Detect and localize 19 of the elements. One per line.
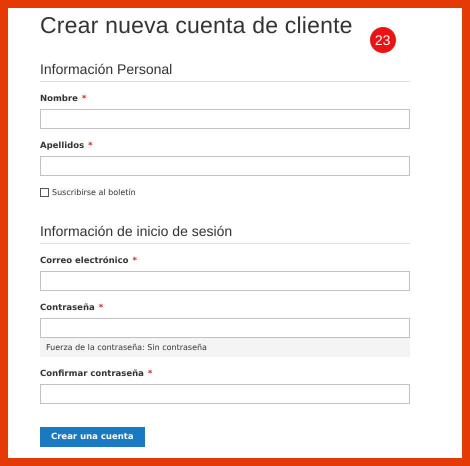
page-title: Crear nueva cuenta de cliente bbox=[40, 12, 353, 39]
input-field[interactable] bbox=[40, 318, 410, 338]
field-label: Nombre * bbox=[40, 94, 88, 104]
checkbox-label: Suscribirse al boletín bbox=[52, 188, 136, 197]
input-field[interactable] bbox=[40, 156, 410, 176]
input-field[interactable] bbox=[40, 384, 410, 404]
field-label: Correo electrónico * bbox=[40, 256, 138, 266]
input-field[interactable] bbox=[40, 271, 410, 291]
create-account-button[interactable]: Crear una cuenta bbox=[40, 427, 145, 447]
count-badge: 23 bbox=[370, 27, 396, 53]
newsletter-checkbox[interactable]: Suscribirse al boletín bbox=[40, 188, 410, 197]
field-label: Apellidos * bbox=[40, 141, 94, 151]
password-strength: Fuerza de la contraseña: Sin contraseña bbox=[40, 338, 410, 357]
checkbox[interactable] bbox=[40, 188, 49, 197]
field-label: Confirmar contraseña * bbox=[40, 369, 154, 379]
field-label: Contraseña * bbox=[40, 303, 104, 313]
input-field[interactable] bbox=[40, 109, 410, 129]
section-heading: Información de inicio de sesión bbox=[40, 223, 410, 244]
section-heading: Información Personal bbox=[40, 61, 410, 82]
